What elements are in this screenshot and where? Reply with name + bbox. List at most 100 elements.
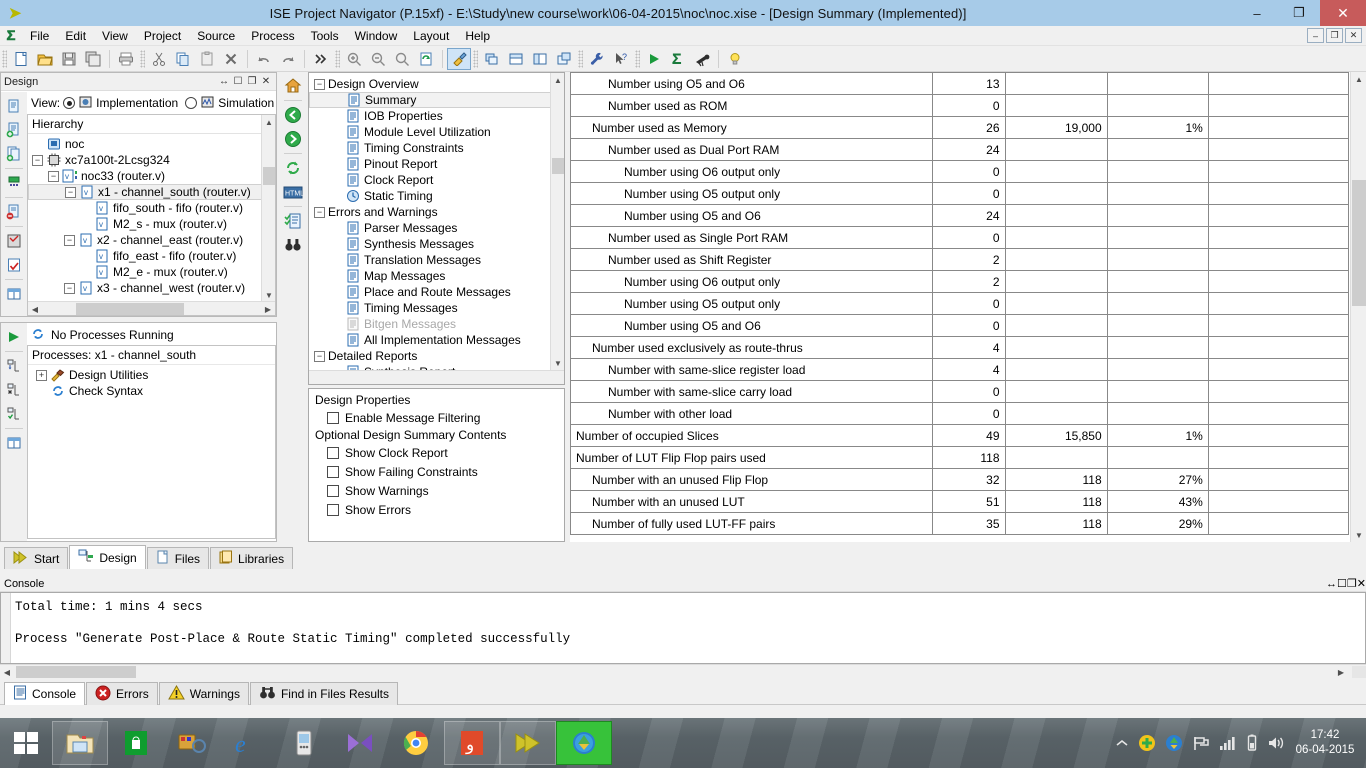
view-panel-icon[interactable] <box>3 282 25 306</box>
table-row[interactable]: Number using O5 and O6 24 <box>570 204 1349 227</box>
maximize-icon[interactable]: ☐ <box>231 76 245 87</box>
design-goals-icon[interactable] <box>447 47 471 70</box>
report-tree-node[interactable]: Timing Constraints <box>309 140 564 156</box>
option-checkbox[interactable] <box>327 503 339 516</box>
help-pointer-icon[interactable]: ? <box>609 48 633 70</box>
report-tree-node[interactable]: IOB Properties <box>309 108 564 124</box>
report-tree-node[interactable]: Summary <box>309 92 564 108</box>
antivirus-icon[interactable] <box>1138 734 1156 752</box>
table-row[interactable]: Number with an unused Flip Flop 32 118 27% <box>570 468 1349 491</box>
hierarchy-vscrollbar[interactable]: ▲ ▼ <box>261 115 275 302</box>
toolbar-grip[interactable] <box>2 49 7 68</box>
report-tree-node[interactable]: − Design Overview <box>309 76 564 92</box>
window-minimize-button[interactable]: – <box>1236 0 1278 26</box>
add-copy-source-icon[interactable] <box>3 142 25 166</box>
zoom-in-icon[interactable] <box>342 48 366 70</box>
report-tree-node[interactable]: Parser Messages <box>309 220 564 236</box>
bottom-tab-find-in-files-results[interactable]: Find in Files Results <box>249 682 398 705</box>
close-icon[interactable]: ✕ <box>259 76 273 87</box>
tile-horizontal-icon[interactable] <box>504 48 528 70</box>
taskbar-download-manager-icon[interactable] <box>556 721 612 765</box>
table-row[interactable]: Number used exclusively as route-thrus 4 <box>570 336 1349 359</box>
view-simulation-label[interactable]: Simulation <box>218 96 274 110</box>
volume-icon[interactable] <box>1267 735 1285 751</box>
scroll-up-arrow[interactable]: ▲ <box>1351 72 1366 86</box>
view-tab-files[interactable]: Files <box>146 547 210 569</box>
paste-icon[interactable] <box>195 48 219 70</box>
console-output[interactable]: Total time: 1 mins 4 secs Process "Gener… <box>0 592 1366 664</box>
hscrollbar-thumb[interactable] <box>76 303 184 315</box>
toolbar-grip-4[interactable] <box>473 49 478 68</box>
scroll-down-arrow[interactable]: ▼ <box>1351 528 1366 542</box>
report-tree-node[interactable]: Translation Messages <box>309 252 564 268</box>
taskbar-media-icon[interactable] <box>164 721 220 765</box>
network-flag-icon[interactable] <box>1192 735 1210 751</box>
report-tree-node[interactable]: − Detailed Reports <box>309 348 564 364</box>
copy-icon[interactable] <box>171 48 195 70</box>
process-item[interactable]: Check Syntax <box>28 383 275 399</box>
add-ip-icon[interactable] <box>3 171 25 195</box>
save-all-icon[interactable] <box>81 48 105 70</box>
bottom-tab-warnings[interactable]: Warnings <box>158 682 249 705</box>
toolbar-grip-3[interactable] <box>335 49 340 68</box>
mdi-restore-button[interactable]: ❐ <box>1326 28 1343 43</box>
scroll-up-arrow[interactable]: ▲ <box>551 73 564 87</box>
implement-top-icon[interactable] <box>3 354 25 378</box>
tree-expander[interactable]: + <box>36 369 47 381</box>
report-tree-vscrollbar[interactable]: ▲ ▼ <box>550 73 564 370</box>
report-tree-node[interactable]: Bitgen Messages <box>309 316 564 332</box>
table-row[interactable]: Number using O5 output only 0 <box>570 182 1349 205</box>
hscrollbar-thumb[interactable] <box>16 666 136 678</box>
hscrollbar-thumb[interactable] <box>310 372 563 384</box>
table-row[interactable]: Number of LUT Flip Flop pairs used 118 <box>570 446 1349 469</box>
view-tab-start[interactable]: Start <box>4 547 69 569</box>
zoom-find-icon[interactable] <box>390 48 414 70</box>
table-row[interactable]: Number of fully used LUT-FF pairs 35 118 29… <box>570 512 1349 535</box>
scroll-left-arrow[interactable]: ◀ <box>0 665 14 679</box>
resize-icon[interactable]: ↔ <box>1326 578 1337 590</box>
show-hidden-icons-chevron-icon[interactable] <box>1115 738 1129 748</box>
report-tree-node[interactable]: − Errors and Warnings <box>309 204 564 220</box>
add-source-icon[interactable] <box>3 118 25 142</box>
enable-message-filtering-checkbox[interactable] <box>327 411 339 424</box>
scroll-up-arrow[interactable]: ▲ <box>262 115 275 129</box>
design-utilities-icon[interactable] <box>3 229 25 253</box>
hierarchy-node[interactable]: v fifo_east - fifo (router.v) <box>28 248 275 264</box>
close-icon[interactable]: ✕ <box>1357 577 1366 590</box>
report-tree-hscrollbar[interactable] <box>309 370 564 384</box>
taskbar-idm-icon[interactable]: و <box>444 721 500 765</box>
home-icon[interactable] <box>282 74 304 98</box>
report-tree-node[interactable]: Timing Messages <box>309 300 564 316</box>
console-hscrollbar[interactable]: ◀ ▶ <box>0 664 1366 680</box>
tree-expander[interactable]: − <box>64 282 75 294</box>
table-row[interactable]: Number used as ROM 0 <box>570 94 1349 117</box>
new-file-icon[interactable] <box>9 48 33 70</box>
wrench-icon[interactable] <box>585 48 609 70</box>
delete-icon[interactable] <box>219 48 243 70</box>
menu-item-window[interactable]: Window <box>347 27 406 45</box>
design-property-option[interactable]: Show Errors <box>313 500 564 519</box>
process-item[interactable]: + Design Utilities <box>28 367 275 383</box>
bottom-tab-errors[interactable]: Errors <box>86 682 158 705</box>
table-row[interactable]: Number used as Dual Port RAM 24 <box>570 138 1349 161</box>
hierarchy-hscrollbar[interactable]: ◀ ▶ <box>28 301 275 315</box>
menu-item-project[interactable]: Project <box>136 27 189 45</box>
checklist-icon[interactable] <box>282 209 304 233</box>
option-checkbox[interactable] <box>327 484 339 497</box>
report-tree-node[interactable]: Synthesis Messages <box>309 236 564 252</box>
back-icon[interactable] <box>282 103 304 127</box>
menu-item-source[interactable]: Source <box>189 27 243 45</box>
scrollbar-thumb[interactable] <box>263 167 275 185</box>
report-tree-node[interactable]: Static Timing <box>309 188 564 204</box>
table-row[interactable]: Number using O5 and O6 0 <box>570 314 1349 337</box>
report-tree-node[interactable]: Place and Route Messages <box>309 284 564 300</box>
overflow-chevron-icon[interactable] <box>309 48 333 70</box>
menu-item-tools[interactable]: Tools <box>303 27 347 45</box>
scroll-down-arrow[interactable]: ▼ <box>551 356 564 370</box>
report-tree-node[interactable]: Module Level Utilization <box>309 124 564 140</box>
option-checkbox[interactable] <box>327 446 339 459</box>
menu-item-layout[interactable]: Layout <box>405 27 457 45</box>
tree-expander[interactable]: − <box>48 170 59 182</box>
bottom-tab-console[interactable]: Console <box>4 682 86 705</box>
sigma-report-icon[interactable]: 𝚺 <box>666 48 690 70</box>
